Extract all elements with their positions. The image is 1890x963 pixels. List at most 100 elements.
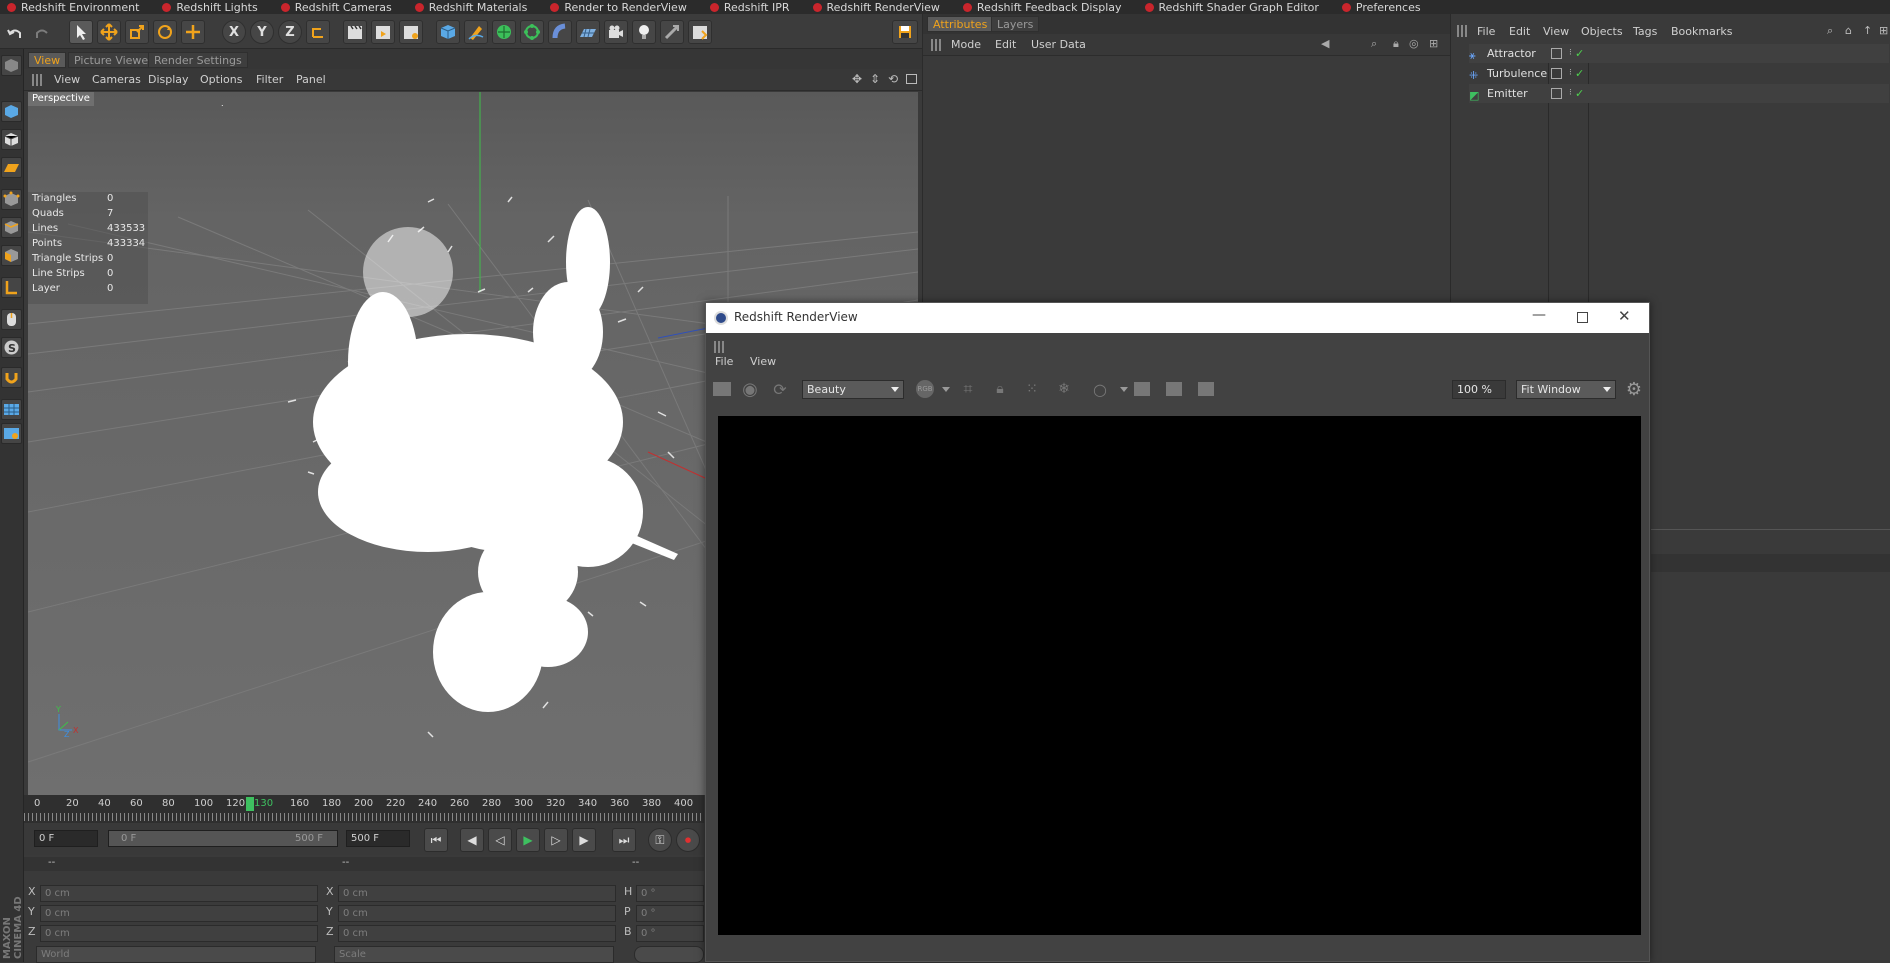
next-frame-button[interactable]: ▷: [544, 828, 568, 852]
axis-mode-button[interactable]: [1, 277, 22, 298]
menu-display[interactable]: Display: [148, 73, 189, 86]
redshift-menu-item[interactable]: Render to RenderView: [543, 0, 687, 14]
layout-save-button[interactable]: [892, 20, 918, 44]
rv-bucket-button[interactable]: ⁙: [1022, 379, 1042, 399]
chevron-down-icon[interactable]: [942, 387, 950, 392]
rv-compare-button[interactable]: ○: [1090, 379, 1110, 399]
points-mode-button[interactable]: [1, 189, 22, 210]
pen-spline-button[interactable]: [464, 20, 488, 44]
editor-visibility-icon[interactable]: [1551, 68, 1562, 79]
redshift-menu-item[interactable]: Redshift RenderView: [806, 0, 940, 14]
rv-crop-button[interactable]: ⌗: [958, 379, 978, 399]
camera-object-button[interactable]: [604, 20, 628, 44]
size-field[interactable]: 0 cm: [338, 885, 616, 902]
menu-filter[interactable]: Filter: [256, 73, 283, 86]
floor-object-button[interactable]: [576, 20, 600, 44]
end-frame-field[interactable]: 500 F: [346, 830, 410, 847]
go-to-start-button[interactable]: ⏮: [424, 828, 448, 852]
rotation-field[interactable]: 0 °: [636, 905, 704, 922]
polygons-mode-button[interactable]: [1, 245, 22, 266]
rv-menu-view[interactable]: View: [750, 355, 776, 368]
up-arrow-icon[interactable]: ↑: [1863, 24, 1872, 37]
menu-user-data[interactable]: User Data: [1031, 38, 1086, 51]
rv-render-button[interactable]: [712, 379, 732, 399]
menu-edit[interactable]: Edit: [1509, 25, 1530, 38]
world-dropdown[interactable]: World: [36, 946, 316, 963]
menu-file[interactable]: File: [1477, 25, 1495, 38]
rotation-field[interactable]: 0 °: [636, 925, 704, 942]
snap-enable-button[interactable]: S: [1, 337, 22, 358]
redshift-menu-item[interactable]: Redshift Cameras: [274, 0, 392, 14]
make-editable-button[interactable]: [1, 55, 22, 76]
tab-picture-viewer[interactable]: Picture Viewer: [68, 52, 159, 68]
rv-lock-button[interactable]: 🔒︎: [990, 379, 1010, 399]
light-object-button[interactable]: [632, 20, 656, 44]
close-button[interactable]: ✕: [1618, 307, 1631, 325]
rv-settings-button[interactable]: ⚙: [1624, 379, 1644, 400]
tree-item-emitter[interactable]: ◩ Emitter ⁝ ✓: [1469, 84, 1889, 103]
previous-key-button[interactable]: ◀: [460, 828, 484, 852]
edges-mode-button[interactable]: [1, 217, 22, 238]
planar-workplane-button[interactable]: [1, 423, 22, 444]
tab-render-settings[interactable]: Render Settings: [148, 52, 248, 68]
rotation-field[interactable]: 0 °: [636, 885, 704, 902]
rv-refresh-button[interactable]: ⟳: [770, 379, 790, 399]
cube-object-button[interactable]: [436, 20, 460, 44]
snapping-button[interactable]: [660, 20, 684, 44]
chevron-down-icon[interactable]: [1120, 387, 1128, 392]
undo-button[interactable]: [3, 22, 27, 46]
rv-save-button[interactable]: [1196, 379, 1216, 399]
redshift-menu-item[interactable]: Redshift Environment: [0, 0, 139, 14]
render-settings-button[interactable]: [399, 20, 423, 44]
redshift-menu-item[interactable]: Redshift Lights: [155, 0, 258, 14]
scale-tool-button[interactable]: [125, 20, 149, 44]
apply-button[interactable]: [634, 946, 704, 963]
menu-bookmarks[interactable]: Bookmarks: [1671, 25, 1732, 38]
redshift-menu-item[interactable]: Redshift Feedback Display: [956, 0, 1122, 14]
render-canvas[interactable]: [718, 416, 1641, 935]
redshift-menu-item[interactable]: Redshift Materials: [408, 0, 527, 14]
z-axis-lock-button[interactable]: Z: [278, 20, 302, 44]
tree-item-turbulence[interactable]: ⁜ Turbulence ⁝ ✓: [1469, 64, 1889, 83]
menu-panel[interactable]: Panel: [296, 73, 326, 86]
go-to-end-button[interactable]: ⏭: [612, 828, 636, 852]
home-icon[interactable]: ⌂: [1845, 24, 1852, 37]
editor-visibility-icon[interactable]: [1551, 88, 1562, 99]
texture-mode-button[interactable]: [1, 129, 22, 150]
fit-dropdown[interactable]: Fit Window: [1516, 380, 1616, 399]
redshift-menu-item[interactable]: Preferences: [1335, 0, 1421, 14]
size-field[interactable]: 0 cm: [338, 925, 616, 942]
render-dots-icon[interactable]: ⁝: [1569, 64, 1572, 83]
enabled-check-icon[interactable]: ✓: [1575, 84, 1584, 103]
coordinate-system-button[interactable]: [306, 20, 330, 44]
redshift-camera-button[interactable]: [688, 20, 712, 44]
record-keys-button[interactable]: ⚿: [648, 828, 672, 852]
select-tool-button[interactable]: [69, 20, 93, 44]
rotate-view-icon[interactable]: ⟲: [888, 72, 898, 86]
rotate-tool-button[interactable]: [153, 20, 177, 44]
rv-menu-file[interactable]: File: [715, 355, 733, 368]
redshift-menu-item[interactable]: Redshift IPR: [703, 0, 790, 14]
render-dots-icon[interactable]: ⁝: [1569, 44, 1572, 63]
lock-icon[interactable]: 🔒︎: [1393, 37, 1399, 51]
y-axis-lock-button[interactable]: Y: [250, 20, 274, 44]
previous-frame-button[interactable]: ◁: [488, 828, 512, 852]
playhead[interactable]: [246, 797, 254, 811]
renderview-titlebar[interactable]: Redshift RenderView — ✕: [706, 303, 1649, 333]
x-axis-lock-button[interactable]: X: [222, 20, 246, 44]
rv-channel-button[interactable]: RGB: [914, 379, 936, 399]
next-key-button[interactable]: ▶: [572, 828, 596, 852]
new-panel-icon[interactable]: ⊞: [1879, 24, 1888, 37]
tree-item-attractor[interactable]: ⚹ Attractor ⁝ ✓: [1469, 44, 1889, 63]
menu-edit[interactable]: Edit: [995, 38, 1016, 51]
search-icon[interactable]: ⌕: [1371, 37, 1377, 51]
enabled-check-icon[interactable]: ✓: [1575, 64, 1584, 83]
menu-options[interactable]: Options: [200, 73, 242, 86]
play-button[interactable]: ▶: [516, 828, 540, 852]
menu-objects[interactable]: Objects: [1581, 25, 1623, 38]
array-generator-button[interactable]: [520, 20, 544, 44]
maximize-button[interactable]: [1577, 312, 1588, 323]
render-view-button[interactable]: [343, 20, 367, 44]
live-select-button[interactable]: [181, 20, 205, 44]
render-picture-viewer-button[interactable]: [371, 20, 395, 44]
